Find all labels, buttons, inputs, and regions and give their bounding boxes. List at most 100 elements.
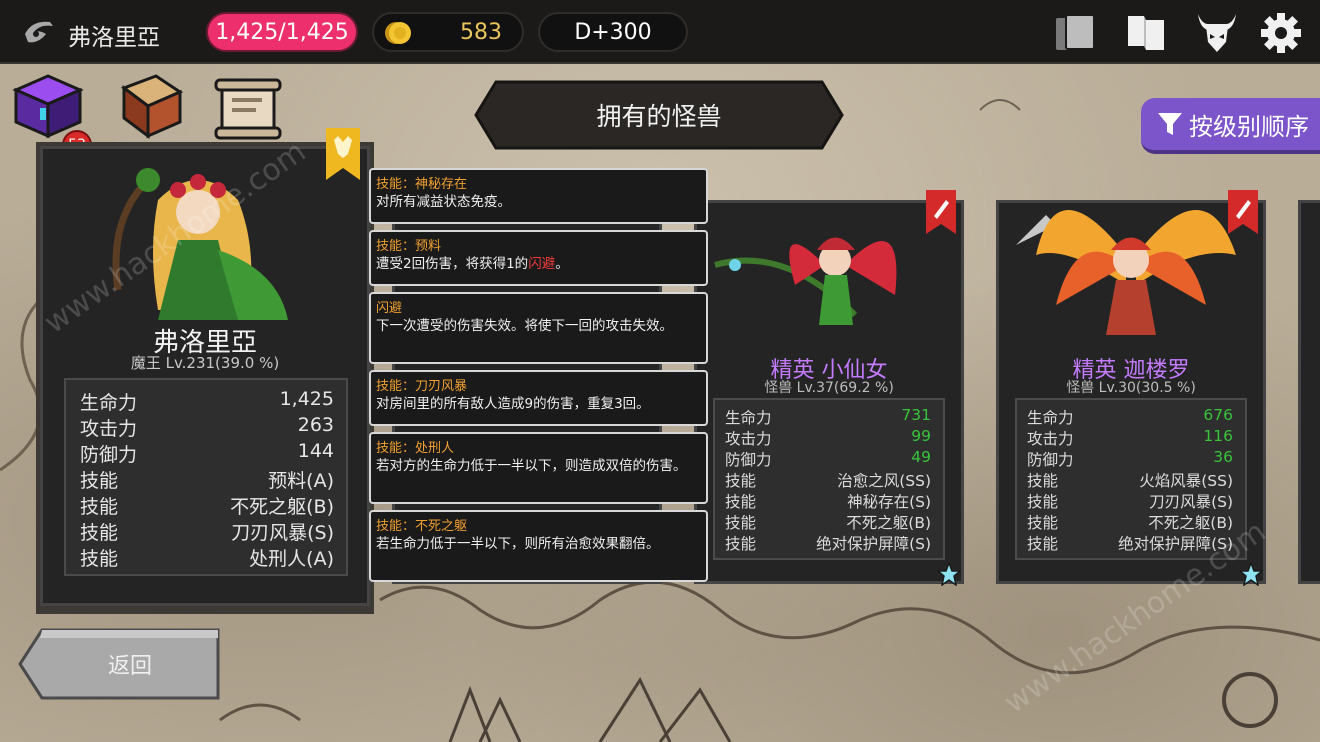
skill-tooltip: 闪避 下一次遭受的伤害失效。将使下一回的攻击失效。 xyxy=(369,292,708,364)
stat-row-skill[interactable]: 技能 火焰风暴(SS) xyxy=(1027,469,1233,490)
stat-row-hp: 生命力 1,425 xyxy=(80,388,334,414)
tooltip-body: 若对方的生命力低于一半以下，则造成双倍的伤害。 xyxy=(376,458,687,474)
stat-value: 263 xyxy=(297,414,334,436)
gold-value: 583 xyxy=(460,19,502,45)
tooltip-title: 技能：神秘存在 xyxy=(376,177,468,192)
stat-row-defense: 防御力 36 xyxy=(1027,448,1233,469)
stat-value: 144 xyxy=(297,440,334,462)
stat-label: 技能 xyxy=(725,535,757,553)
sort-by-level-button[interactable]: 按级别顺序 xyxy=(1141,98,1320,154)
hero-bookmark-icon xyxy=(326,128,360,180)
stat-label: 技能 xyxy=(80,522,119,544)
stat-value: 1,425 xyxy=(279,388,334,410)
monster-stats-panel: 生命力 731 攻击力 99 防御力 49 技能 治愈之风(SS) 技能 神秘存… xyxy=(713,398,945,560)
skill-tooltip: 技能：处刑人 若对方的生命力低于一半以下，则造成双倍的伤害。 xyxy=(369,432,708,504)
stat-value: 治愈之风(SS) xyxy=(837,472,931,490)
stat-row-skill[interactable]: 技能 治愈之风(SS) xyxy=(725,469,931,490)
monster-card-partial[interactable] xyxy=(1298,200,1320,584)
tooltip-title: 技能：处刑人 xyxy=(376,441,455,456)
hero-stats-panel: 生命力 1,425 攻击力 263 防御力 144 技能 预料(A) 技能 不死… xyxy=(64,378,348,576)
tooltip-title: 技能：预料 xyxy=(376,239,442,254)
stat-value: 预料(A) xyxy=(268,470,334,492)
stat-label: 技能 xyxy=(1027,472,1059,490)
player-name: 弗洛里亞 xyxy=(68,25,160,51)
tooltip-title: 闪避 xyxy=(376,301,403,316)
stat-label: 防御力 xyxy=(80,444,138,466)
stat-label: 技能 xyxy=(725,472,757,490)
gear-icon[interactable] xyxy=(1258,12,1304,54)
tooltip-title: 技能：不死之躯 xyxy=(376,519,468,534)
tooltip-body: 若生命力低于一半以下，则所有治愈效果翻倍。 xyxy=(376,536,660,552)
stat-value: 绝对保护屏障(S) xyxy=(816,535,931,553)
stat-label: 生命力 xyxy=(725,409,772,427)
stat-row-skill[interactable]: 技能 不死之躯(B) xyxy=(1027,511,1233,532)
scroll-icon[interactable] xyxy=(212,76,284,144)
stat-label: 技能 xyxy=(80,548,119,570)
stat-value: 不死之躯(B) xyxy=(230,496,334,518)
tooltip-body: 对房间里的所有敌人造成9的伤害，重复3回。 xyxy=(376,396,650,412)
stat-row-skill[interactable]: 技能 不死之躯(B) xyxy=(80,492,334,518)
stat-value: 处刑人(A) xyxy=(249,548,334,570)
stat-value: 116 xyxy=(1203,427,1233,445)
stat-value: 刀刃风暴(S) xyxy=(231,522,334,544)
skill-tooltip: 技能：刀刃风暴 对房间里的所有敌人造成9的伤害，重复3回。 xyxy=(369,370,708,426)
stat-label: 技能 xyxy=(725,493,757,511)
book-icon[interactable] xyxy=(1124,12,1170,54)
stat-row-attack: 攻击力 99 xyxy=(725,427,931,448)
skill-tooltip: 技能：不死之躯 若生命力低于一半以下，则所有治愈效果翻倍。 xyxy=(369,510,708,582)
star-icon xyxy=(1239,562,1263,586)
sort-button-label: 按级别顺序 xyxy=(1189,112,1309,141)
monster-stats-panel: 生命力 676 攻击力 116 防御力 36 技能 火焰风暴(SS) 技能 刀刃… xyxy=(1015,398,1247,560)
day-value: D+300 xyxy=(574,19,652,45)
hero-level: 魔王 Lv.231(39.0 %) xyxy=(130,354,280,372)
stat-row-skill[interactable]: 技能 绝对保护屏障(S) xyxy=(725,532,931,553)
tooltip-body-text: 。 xyxy=(555,256,569,272)
stat-label: 生命力 xyxy=(1027,409,1074,427)
spellbook-icon[interactable] xyxy=(116,70,188,142)
tooltip-body: 下一次遭受的伤害失效。将使下一回的攻击失效。 xyxy=(376,318,673,334)
logo-icon[interactable] xyxy=(22,16,56,48)
monster-level: 怪兽 Lv.37(69.2 %) xyxy=(764,380,894,396)
stat-label: 攻击力 xyxy=(725,430,772,448)
stat-label: 技能 xyxy=(80,496,119,518)
tooltip-body: 遭受2回伤害，将获得1的闪避。 xyxy=(376,255,698,274)
stat-label: 攻击力 xyxy=(1027,430,1074,448)
hp-display: 1,425/1,425 xyxy=(206,12,358,52)
star-icon xyxy=(937,562,961,586)
stat-row-defense: 防御力 144 xyxy=(80,440,334,466)
stat-value: 火焰风暴(SS) xyxy=(1139,472,1233,490)
stat-row-attack: 攻击力 263 xyxy=(80,414,334,440)
stat-value: 99 xyxy=(911,427,931,445)
stat-value: 不死之躯(B) xyxy=(846,514,931,532)
cards-icon[interactable] xyxy=(1052,12,1098,54)
back-button[interactable]: 返回 xyxy=(40,628,220,700)
stat-label: 防御力 xyxy=(725,451,772,469)
demon-icon[interactable] xyxy=(1194,12,1240,54)
stat-row-skill[interactable]: 技能 刀刃风暴(S) xyxy=(1027,490,1233,511)
tooltip-highlight: 闪避 xyxy=(528,256,556,272)
monster-portrait-garuda xyxy=(1016,210,1236,335)
stat-value: 49 xyxy=(911,448,931,466)
tooltip-body-text: 遭受2回伤害，将获得1的 xyxy=(376,256,529,272)
stat-row-skill[interactable]: 技能 神秘存在(S) xyxy=(725,490,931,511)
stat-row-skill[interactable]: 技能 预料(A) xyxy=(80,466,334,492)
stat-row-attack: 攻击力 116 xyxy=(1027,427,1233,448)
stat-value: 刀刃风暴(S) xyxy=(1149,493,1233,511)
stat-row-skill[interactable]: 技能 刀刃风暴(S) xyxy=(80,518,334,544)
page-title: 拥有的怪兽 xyxy=(596,102,722,131)
top-bar: 弗洛里亞 1,425/1,425 583 D+300 xyxy=(0,0,1320,64)
gold-display: 583 xyxy=(372,12,524,52)
stat-value: 676 xyxy=(1203,406,1233,424)
hp-value: 1,425/1,425 xyxy=(215,19,349,45)
stat-label: 生命力 xyxy=(80,392,138,414)
stat-row-skill[interactable]: 技能 处刑人(A) xyxy=(80,544,334,570)
day-display: D+300 xyxy=(538,12,688,52)
stat-row-hp: 生命力 731 xyxy=(725,406,931,427)
monster-portrait-fairy xyxy=(714,237,897,325)
skill-tooltip: 技能：神秘存在 对所有减益状态免疫。 xyxy=(369,168,708,224)
tooltip-body: 对所有减益状态免疫。 xyxy=(376,194,511,210)
skill-tooltip: 技能：预料 遭受2回伤害，将获得1的闪避。 xyxy=(369,230,708,286)
stat-row-hp: 生命力 676 xyxy=(1027,406,1233,427)
stat-row-skill[interactable]: 技能 不死之躯(B) xyxy=(725,511,931,532)
stat-label: 防御力 xyxy=(1027,451,1074,469)
